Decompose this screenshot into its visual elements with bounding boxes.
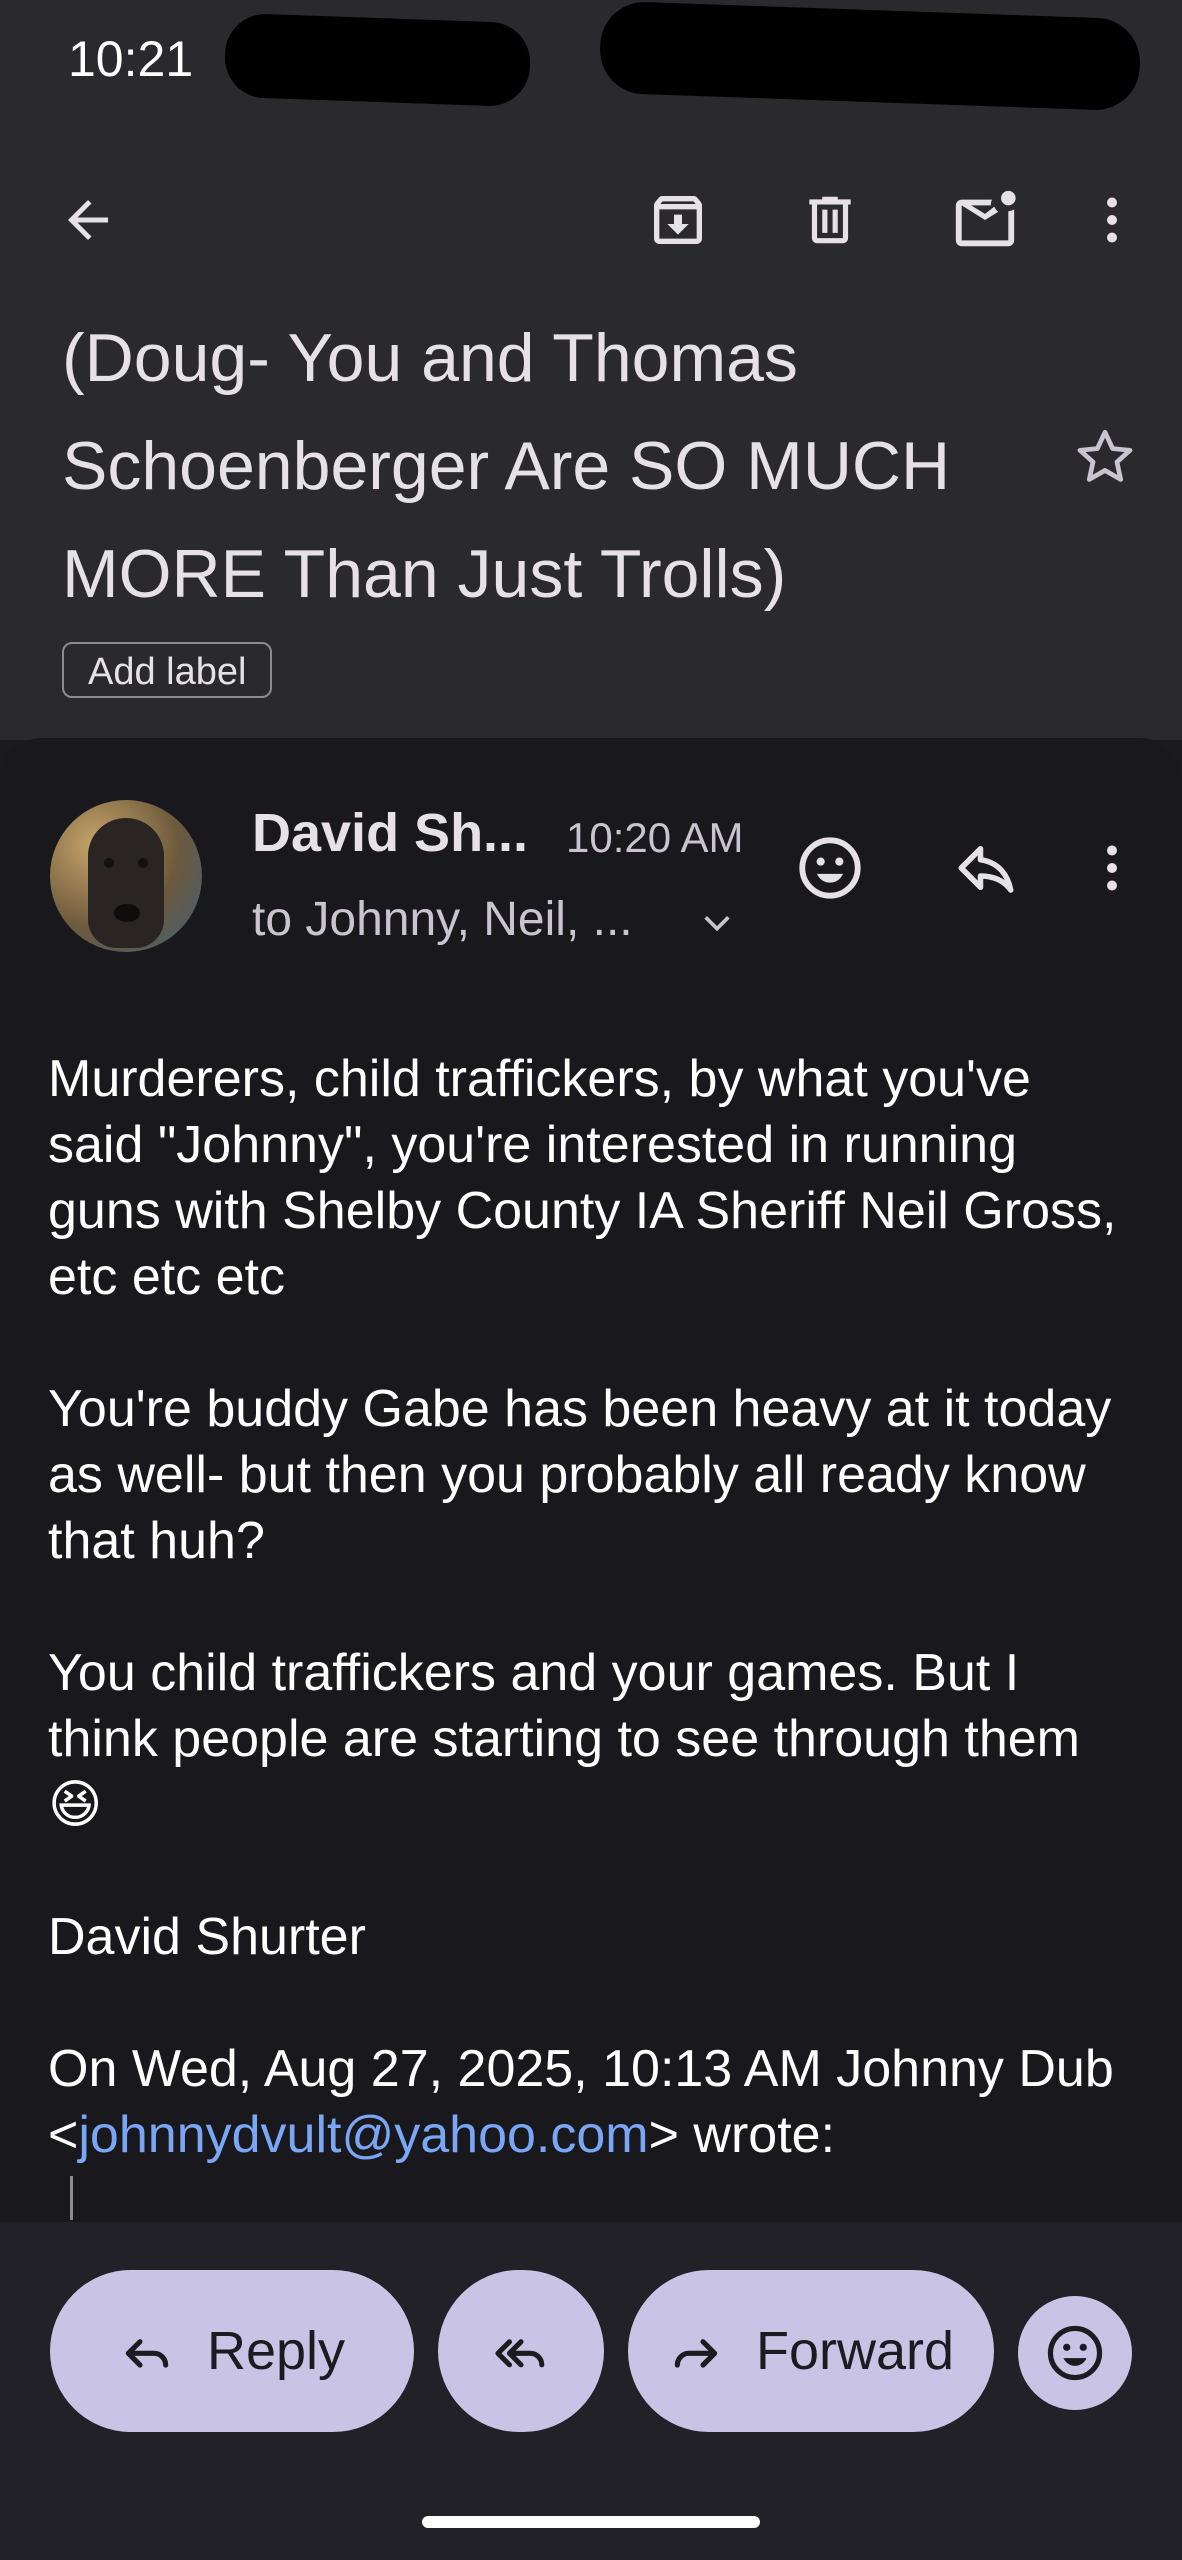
- reply-icon-button[interactable]: [940, 822, 1032, 914]
- avatar[interactable]: [50, 800, 202, 952]
- chevron-down-icon: [704, 916, 730, 932]
- sender-name[interactable]: David Sh...: [252, 802, 528, 864]
- back-button[interactable]: [48, 180, 128, 260]
- status-time: 10:21: [68, 31, 194, 87]
- recipients[interactable]: to Johnny, Neil, ...: [252, 892, 633, 947]
- archive-icon: [654, 196, 702, 244]
- add-label-button[interactable]: Add label: [62, 642, 273, 698]
- reply-icon: [958, 846, 1014, 893]
- star-icon: [1077, 429, 1133, 482]
- archive-button[interactable]: [638, 180, 718, 260]
- mark-unread-icon: [955, 190, 1016, 247]
- more-options-button[interactable]: [1072, 180, 1152, 260]
- more-vert-icon: [1107, 197, 1117, 243]
- emoji-reaction-button[interactable]: [1018, 2296, 1132, 2410]
- body-paragraph: Murderers, child traffickers, by what yo…: [48, 1050, 1117, 1306]
- body-paragraph: You child traffickers and your games. Bu…: [48, 1644, 1080, 1834]
- react-emoji-button[interactable]: [784, 822, 876, 914]
- forward-label: Forward: [755, 2321, 955, 2381]
- emoji-icon: [799, 837, 861, 899]
- body-paragraph: You're buddy Gabe has been heavy at it t…: [48, 1380, 1112, 1570]
- message-more-button[interactable]: [1072, 822, 1152, 914]
- signature: David Shurter: [48, 1908, 366, 1966]
- star-button[interactable]: [1070, 422, 1140, 497]
- message-body: Murderers, child traffickers, by what yo…: [48, 1046, 1138, 2168]
- status-bar: 10:21: [0, 0, 1182, 120]
- redaction-mark: [223, 12, 532, 108]
- forward-icon: [674, 2339, 718, 2368]
- email-subject: (Doug- You and Thomas Schoenberger Are S…: [62, 320, 951, 612]
- arrow-back-icon: [68, 200, 108, 240]
- reply-label: Reply: [206, 2321, 346, 2381]
- trash-icon: [809, 196, 851, 244]
- redaction-mark: [598, 0, 1142, 112]
- emoji-icon: [1047, 2325, 1103, 2381]
- quote-header: On Wed, Aug 27, 2025, 10:13 AM Johnny Du…: [48, 2036, 1138, 2168]
- reply-icon: [125, 2339, 169, 2368]
- message-time: 10:20 AM: [566, 814, 744, 861]
- expand-details-button[interactable]: [700, 906, 734, 945]
- reply-all-icon: [495, 2339, 545, 2368]
- delete-button[interactable]: [790, 180, 870, 260]
- quote-suffix: > wrote:: [648, 2106, 836, 2164]
- reply-button[interactable]: Reply: [50, 2270, 414, 2432]
- more-vert-icon: [1107, 845, 1117, 891]
- quote-bar: [70, 2176, 73, 2220]
- home-indicator: [422, 2516, 760, 2528]
- quoted-email-link[interactable]: johnnydvult@yahoo.com: [78, 2106, 648, 2164]
- mark-unread-button[interactable]: [940, 180, 1030, 260]
- reply-all-button[interactable]: [438, 2270, 604, 2432]
- forward-button[interactable]: Forward: [628, 2270, 994, 2432]
